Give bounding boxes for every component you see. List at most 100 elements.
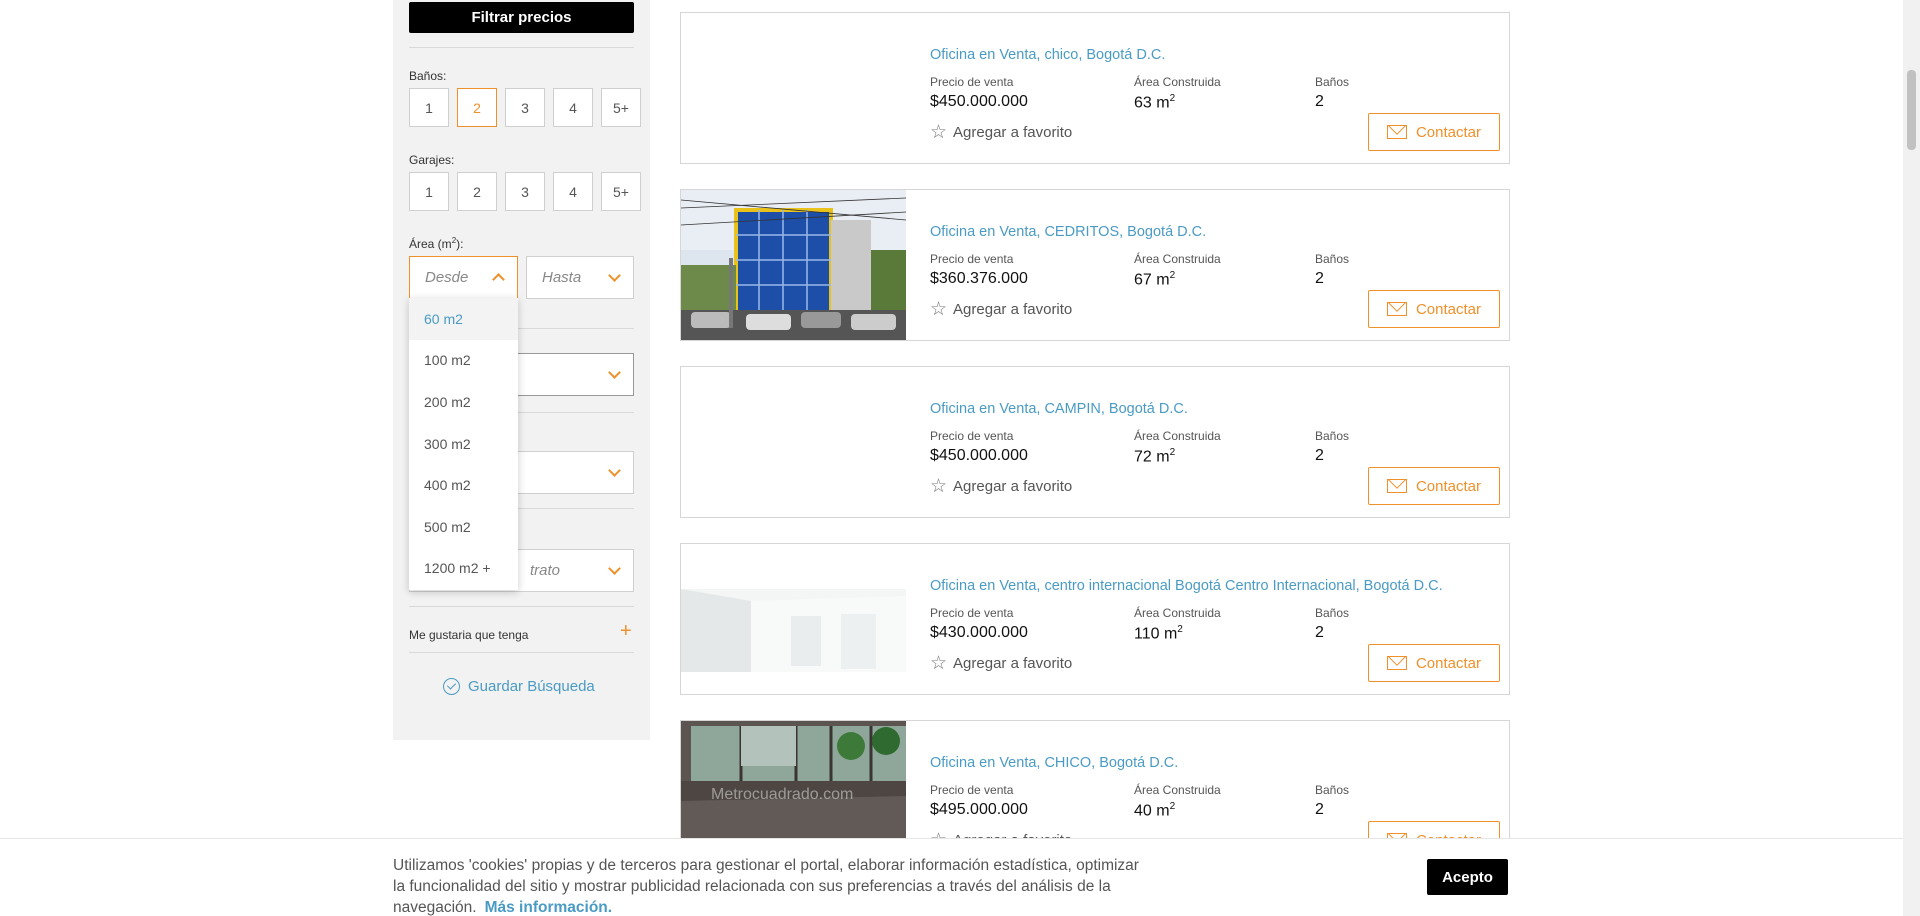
divider — [409, 606, 634, 607]
listing-title[interactable]: Oficina en Venta, CEDRITOS, Bogotá D.C. — [930, 224, 1206, 240]
contact-button[interactable]: Contactar — [1368, 113, 1500, 151]
banos-value: 2 — [1315, 447, 1324, 464]
contact-label: Contactar — [1415, 123, 1482, 141]
banos-value: 2 — [1315, 270, 1324, 287]
favorite-label: Agregar a favorito — [953, 301, 1073, 318]
price-value: $450.000.000 — [930, 93, 1028, 110]
listing-title[interactable]: Oficina en Venta, chico, Bogotá D.C. — [930, 47, 1165, 63]
banos-value: 2 — [1315, 93, 1324, 110]
add-favorite-button[interactable]: ☆ Agregar a favorito — [930, 300, 1072, 319]
listing-title[interactable]: Oficina en Venta, centro internacional B… — [930, 578, 1443, 594]
listing-photo[interactable] — [681, 566, 906, 672]
chevron-down-icon — [608, 269, 621, 282]
scrollbar-thumb[interactable] — [1907, 70, 1916, 150]
price-label: Precio de venta — [930, 429, 1014, 443]
listing-card[interactable]: Oficina en Venta, CAMPIN, Bogotá D.C. Pr… — [680, 366, 1510, 518]
garajes-option-4[interactable]: 4 — [553, 172, 593, 211]
area-to-select[interactable]: Hasta — [526, 256, 634, 299]
area-from-placeholder: Desde — [425, 269, 469, 286]
dropdown-option[interactable]: 100 m2 — [409, 340, 518, 382]
banos-label: Baños — [1315, 75, 1350, 89]
chevron-down-icon — [608, 562, 621, 575]
listing-title[interactable]: Oficina en Venta, CHICO, Bogotá D.C. — [930, 755, 1178, 771]
listing-photo[interactable] — [681, 367, 906, 517]
save-search-button[interactable]: Guardar Búsqueda — [443, 678, 595, 695]
area-label: Área Construida — [1134, 783, 1221, 797]
divider — [409, 47, 634, 48]
area-to-placeholder: Hasta — [542, 269, 582, 286]
garajes-label: Garajes: — [409, 153, 455, 167]
listing-card[interactable]: Oficina en Venta, CEDRITOS, Bogotá D.C. … — [680, 189, 1510, 341]
price-label: Precio de venta — [930, 75, 1014, 89]
price-label: Precio de venta — [930, 606, 1014, 620]
banos-options: 1 2 3 4 5+ — [409, 88, 641, 127]
cookie-text: Utilizamos 'cookies' propias y de tercer… — [393, 855, 1153, 916]
area-label: Área Construida — [1134, 75, 1221, 89]
banos-label: Baños — [1315, 429, 1350, 443]
banos-option-3[interactable]: 3 — [505, 88, 545, 127]
contact-label: Contactar — [1415, 300, 1482, 318]
envelope-icon — [1386, 125, 1407, 139]
favorite-label: Agregar a favorito — [953, 124, 1073, 141]
envelope-icon — [1386, 302, 1407, 316]
star-icon: ☆ — [930, 299, 948, 320]
accept-cookies-button[interactable]: Acepto — [1427, 859, 1508, 895]
listing-title[interactable]: Oficina en Venta, CAMPIN, Bogotá D.C. — [930, 401, 1188, 417]
banos-label: Baños — [1315, 783, 1350, 797]
add-favorite-button[interactable]: ☆ Agregar a favorito — [930, 477, 1072, 496]
banos-option-2[interactable]: 2 — [457, 88, 497, 127]
price-value: $430.000.000 — [930, 624, 1028, 641]
save-search-label: Guardar Búsqueda — [468, 678, 595, 695]
scrollbar[interactable] — [1903, 0, 1920, 916]
add-favorite-button[interactable]: ☆ Agregar a favorito — [930, 654, 1072, 673]
area-from-dropdown: 60 m2 100 m2 200 m2 300 m2 400 m2 500 m2… — [409, 298, 518, 590]
banos-option-1[interactable]: 1 — [409, 88, 449, 127]
add-favorite-button[interactable]: ☆ Agregar a favorito — [930, 123, 1072, 142]
listing-photo[interactable] — [681, 190, 906, 340]
dropdown-option[interactable]: 500 m2 — [409, 506, 518, 548]
banos-option-5plus[interactable]: 5+ — [601, 88, 641, 127]
amenities-toggle-label[interactable]: Me gustaria que tenga — [409, 628, 528, 642]
price-label: Precio de venta — [930, 783, 1014, 797]
listing-card[interactable]: Oficina en Venta, chico, Bogotá D.C. Pre… — [680, 12, 1510, 164]
listing-card[interactable]: Oficina en Venta, centro internacional B… — [680, 543, 1510, 695]
more-info-link[interactable]: Más información. — [485, 899, 612, 916]
area-label: Área Construida — [1134, 606, 1221, 620]
contact-button[interactable]: Contactar — [1368, 467, 1500, 505]
banos-label: Baños: — [409, 69, 447, 83]
dropdown-option[interactable]: 60 m2 — [409, 298, 518, 340]
filter-prices-button[interactable]: Filtrar precios — [409, 2, 634, 33]
plus-icon[interactable]: + — [620, 620, 632, 643]
chevron-down-icon — [608, 464, 621, 477]
dropdown-option[interactable]: 200 m2 — [409, 381, 518, 423]
price-label: Precio de venta — [930, 252, 1014, 266]
banos-option-4[interactable]: 4 — [553, 88, 593, 127]
area-label: Área (m2): — [409, 236, 464, 251]
garajes-option-3[interactable]: 3 — [505, 172, 545, 211]
area-value: 72 m2 — [1134, 447, 1176, 466]
area-value: 67 m2 — [1134, 270, 1176, 289]
garajes-option-2[interactable]: 2 — [457, 172, 497, 211]
area-value: 40 m2 — [1134, 801, 1176, 820]
contact-button[interactable]: Contactar — [1368, 290, 1500, 328]
check-circle-icon — [443, 678, 460, 695]
star-icon: ☆ — [930, 476, 948, 497]
watermark: Metrocuadrado.com — [711, 786, 854, 803]
dropdown-option[interactable]: 400 m2 — [409, 464, 518, 506]
contact-button[interactable]: Contactar — [1368, 644, 1500, 682]
star-icon: ☆ — [930, 653, 948, 674]
favorite-label: Agregar a favorito — [953, 478, 1073, 495]
price-value: $495.000.000 — [930, 801, 1028, 818]
garajes-option-1[interactable]: 1 — [409, 172, 449, 211]
envelope-icon — [1386, 656, 1407, 670]
divider — [409, 652, 634, 653]
garajes-option-5plus[interactable]: 5+ — [601, 172, 641, 211]
area-from-select[interactable]: Desde — [409, 256, 518, 299]
listing-photo[interactable] — [681, 13, 906, 163]
area-value: 63 m2 — [1134, 93, 1176, 112]
price-value: $360.376.000 — [930, 270, 1028, 287]
dropdown-option[interactable]: 1200 m2 + — [409, 548, 518, 590]
chevron-down-icon — [608, 366, 621, 379]
banos-label: Baños — [1315, 252, 1350, 266]
dropdown-option[interactable]: 300 m2 — [409, 423, 518, 465]
